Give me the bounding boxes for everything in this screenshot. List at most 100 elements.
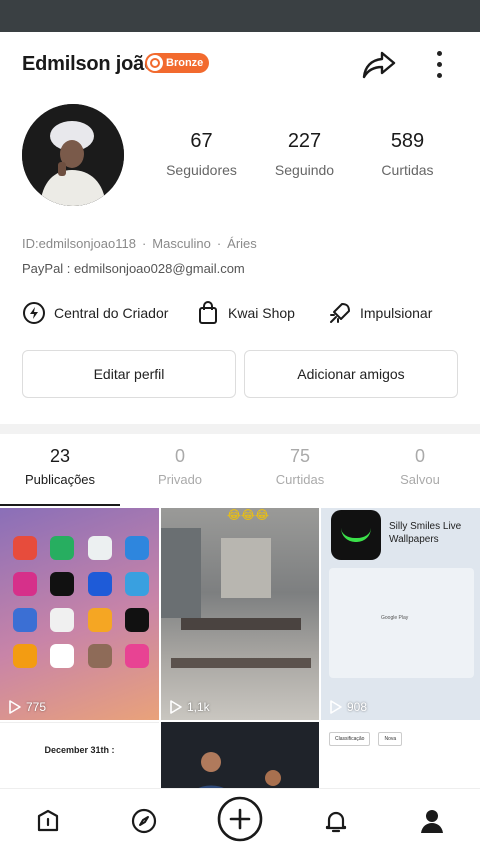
nav-home[interactable]	[24, 799, 72, 843]
tab-count: 75	[289, 446, 311, 466]
paypal-info: PayPal : edmilsonjoao028@gmail.com	[22, 261, 245, 276]
share-arrow-icon	[362, 51, 396, 79]
nav-discover[interactable]	[120, 799, 168, 843]
store-label: Google Play	[381, 615, 409, 621]
compass-icon	[131, 808, 157, 834]
filter-bar: Classificação Nova	[329, 732, 403, 746]
dot-icon	[436, 72, 442, 78]
filter-chip: Classificação	[329, 732, 371, 746]
likes-stat[interactable]: 589 Curtidas	[356, 130, 459, 178]
tool-label: Central do Criador	[54, 305, 169, 321]
post-caption: December 31th :	[44, 745, 115, 755]
badge-label: Bronze	[166, 57, 204, 69]
post-thumbnail[interactable]: Silly Smiles Live Wallpapers Google Play…	[321, 508, 480, 720]
bottom-navigation	[0, 788, 480, 854]
followers-stat[interactable]: 67 Seguidores	[150, 130, 253, 178]
user-id: ID:edmilsonjoao118	[22, 236, 136, 251]
nav-create[interactable]	[216, 795, 264, 843]
tab-privado[interactable]: 0 Privado	[120, 446, 240, 506]
app-icon	[12, 536, 37, 560]
play-count-value: 775	[26, 700, 47, 714]
app-icon	[125, 572, 150, 596]
creator-center-link[interactable]: Central do Criador	[22, 298, 168, 328]
section-divider	[0, 424, 480, 434]
profile-name: Edmilson joão	[22, 53, 157, 75]
app-icon	[125, 536, 150, 560]
more-options-button[interactable]	[427, 46, 451, 82]
tab-label: Publicações	[24, 472, 96, 487]
stat-label: Seguidores	[166, 162, 237, 178]
tab-salvou[interactable]: 0 Salvou	[360, 446, 480, 506]
profile-header: Edmilson joão Bronze	[0, 32, 480, 96]
add-friends-button[interactable]: Adicionar amigos	[244, 350, 458, 398]
app-icon	[50, 608, 75, 632]
boost-link[interactable]: Impulsionar	[328, 298, 432, 328]
user-sign: Áries	[227, 236, 257, 251]
medal-icon	[147, 55, 163, 71]
avatar[interactable]	[22, 104, 124, 206]
app-icon	[87, 536, 112, 560]
tab-count: 0	[174, 446, 185, 466]
share-button[interactable]	[360, 46, 398, 82]
bag-icon	[199, 301, 217, 324]
play-count: 775	[6, 699, 46, 715]
tab-label: Curtidas	[275, 472, 325, 487]
classroom-image	[161, 528, 311, 668]
edit-profile-button[interactable]: Editar perfil	[22, 350, 236, 398]
app-icon	[87, 572, 112, 596]
stat-label: Seguindo	[274, 162, 335, 178]
status-bar	[0, 0, 480, 32]
stat-label: Curtidas	[381, 162, 434, 178]
play-count: 908	[327, 699, 367, 715]
plus-icon	[217, 796, 263, 842]
dot-icon	[436, 50, 442, 56]
app-icon	[125, 644, 150, 668]
app-icon	[87, 644, 112, 668]
nav-notifications[interactable]	[312, 799, 360, 843]
home-icon	[37, 809, 59, 832]
play-count-value: 1,1k	[187, 700, 210, 714]
profile-tabs: 23 Publicações 0 Privado 75 Curtidas 0 S…	[0, 446, 480, 506]
posts-grid: 775 😂😂😂 1,1k Silly Smiles Live Wallpaper…	[0, 508, 480, 802]
app-icon	[50, 572, 75, 596]
post-thumbnail[interactable]: 😂😂😂 1,1k	[161, 508, 319, 720]
bolt-icon	[23, 302, 45, 324]
post-thumbnail[interactable]: 775	[0, 508, 159, 720]
ad-card	[329, 568, 474, 678]
tab-label: Privado	[157, 472, 203, 487]
phone-screenshot	[6, 536, 156, 668]
rocket-icon	[330, 303, 350, 323]
user-gender: Masculino	[152, 236, 211, 251]
play-count-value: 908	[347, 700, 368, 714]
play-count: 1,1k	[167, 699, 210, 715]
stat-value: 589	[390, 130, 425, 152]
ad-title: Silly Smiles Live Wallpapers	[389, 521, 462, 545]
tab-curtidas[interactable]: 75 Curtidas	[240, 446, 360, 506]
app-icon	[12, 572, 37, 596]
app-icon	[50, 536, 75, 560]
play-icon	[330, 700, 342, 714]
play-icon	[9, 700, 21, 714]
profile-stats: 67 Seguidores 227 Seguindo 589 Curtidas	[150, 130, 460, 178]
play-icon	[170, 700, 182, 714]
tab-label: Salvou	[400, 472, 440, 487]
tool-label: Kwai Shop	[228, 305, 295, 321]
bell-icon	[325, 811, 347, 833]
kwai-shop-link[interactable]: Kwai Shop	[196, 298, 295, 328]
tool-label: Impulsionar	[360, 305, 433, 321]
following-stat[interactable]: 227 Seguindo	[253, 130, 356, 178]
app-icon	[50, 644, 75, 668]
dot-icon	[436, 61, 442, 67]
person-icon	[421, 810, 443, 833]
avatar-image	[22, 104, 124, 206]
nav-profile[interactable]	[408, 799, 456, 843]
tab-count: 23	[49, 446, 71, 466]
filter-chip: Nova	[378, 732, 403, 746]
creator-tools: Central do Criador Kwai Shop Impulsionar	[22, 298, 462, 328]
app-icon	[12, 644, 37, 668]
tab-publicacoes[interactable]: 23 Publicações	[0, 446, 120, 506]
app-icon	[125, 608, 150, 632]
app-logo	[331, 510, 381, 560]
level-badge[interactable]: Bronze	[145, 53, 210, 73]
app-icon	[12, 608, 37, 632]
